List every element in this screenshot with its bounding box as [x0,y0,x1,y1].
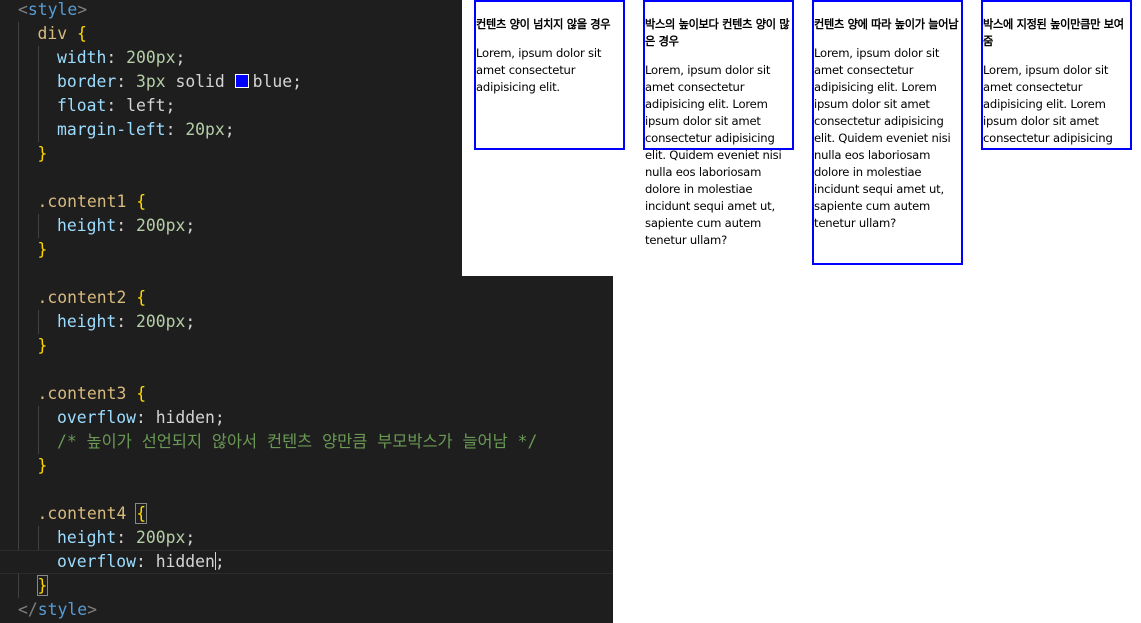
code-token: ; [185,312,196,331]
code-token: overflow [57,408,136,427]
code-token: : [116,528,136,547]
code-line[interactable]: /* 높이가 선언되지 않아서 컨텐츠 양만큼 부모박스가 늘어남 */ [0,430,613,454]
code-token: } [37,336,48,355]
code-token: height [57,312,117,331]
code-line[interactable]: </style> [0,598,613,622]
code-token: } [37,240,48,259]
code-line[interactable]: .content2 { [0,286,613,310]
code-line[interactable]: } [0,574,613,598]
code-token: > [87,600,97,619]
code-line[interactable] [0,478,613,502]
code-token: /* 높이가 선언되지 않아서 컨텐츠 양만큼 부모박스가 늘어남 */ [57,432,538,451]
code-token: .content2 [37,288,137,307]
code-token: { [136,192,147,211]
code-token: style [37,600,88,619]
box-text: Lorem, ipsum dolor sit amet consectetur … [814,46,951,230]
code-token: : hidden [135,552,215,571]
code-token: float [57,96,107,115]
code-token: : hidden; [135,408,225,427]
code-line[interactable]: overflow: hidden; [0,550,613,574]
code-token: } [37,456,48,475]
code-token: } [36,575,49,596]
code-token: div [37,24,77,43]
content3-box: 컨텐츠 양에 따라 높이가 늘어남 Lorem, ipsum dolor sit… [812,0,963,265]
code-line[interactable]: .content4 { [0,502,613,526]
code-token: 200px [126,48,176,67]
code-token: : [165,120,186,139]
color-swatch-icon[interactable] [234,74,249,88]
code-token: ; [185,216,196,235]
code-token: .content4 [37,504,137,523]
code-token: border [57,72,117,91]
code-token: ; [175,48,186,67]
code-token: </ [18,600,38,619]
code-token: { [135,503,148,524]
code-token: > [77,0,88,19]
content4-box: 박스에 지정된 높이만큼만 보여줌 Lorem, ipsum dolor sit… [981,0,1132,150]
box-text: Lorem, ipsum dolor sit amet consectetur … [983,63,1113,145]
code-token: height [57,216,117,235]
code-token: } [37,144,48,163]
code-token: overflow [57,552,136,571]
code-token: : [106,48,127,67]
code-token: { [136,384,147,403]
content2-box-bottom-border [643,148,794,150]
code-line[interactable]: .content3 { [0,382,613,406]
code-token: height [57,528,117,547]
code-token: : left; [106,96,176,115]
code-token: { [76,24,87,43]
browser-preview: 컨텐츠 양이 넘치지 않을 경우 Lorem, ipsum dolor sit … [462,0,1141,276]
code-token: width [57,48,107,67]
code-line[interactable] [0,358,613,382]
code-line[interactable]: } [0,334,613,358]
code-token: solid [165,72,235,91]
code-line[interactable]: height: 200px; [0,310,613,334]
code-token: .content3 [37,384,137,403]
box-title: 박스의 높이보다 컨텐츠 양이 많은 경우 [645,18,790,48]
box-title: 컨텐츠 양에 따라 높이가 늘어남 [814,18,959,31]
box-title: 컨텐츠 양이 넘치지 않을 경우 [476,18,611,31]
code-token: 200px [135,312,186,331]
code-line[interactable]: height: 200px; [0,526,613,550]
code-token: style [27,0,78,19]
code-token: { [136,288,147,307]
code-line[interactable]: } [0,454,613,478]
code-token: 200px [135,216,186,235]
code-token: 3px [135,72,166,91]
code-token: .content1 [37,192,137,211]
box-text: Lorem, ipsum dolor sit amet consectetur … [645,63,782,247]
code-token: : [116,312,136,331]
code-token: < [18,0,28,19]
code-token: 200px [135,528,186,547]
code-line[interactable]: overflow: hidden; [0,406,613,430]
code-token: : [116,72,136,91]
code-token: ; [214,552,225,571]
box-text: Lorem, ipsum dolor sit amet consectetur … [476,46,602,94]
content1-box: 컨텐츠 양이 넘치지 않을 경우 Lorem, ipsum dolor sit … [474,0,625,150]
code-token: margin-left [57,120,166,139]
code-token: ; [185,528,196,547]
code-token: blue; [252,72,302,91]
code-token: 20px [185,120,225,139]
box-title: 박스에 지정된 높이만큼만 보여줌 [983,18,1124,48]
code-token: : [116,216,136,235]
code-token: ; [224,120,235,139]
content2-box: 박스의 높이보다 컨텐츠 양이 많은 경우 Lorem, ipsum dolor… [643,0,794,247]
